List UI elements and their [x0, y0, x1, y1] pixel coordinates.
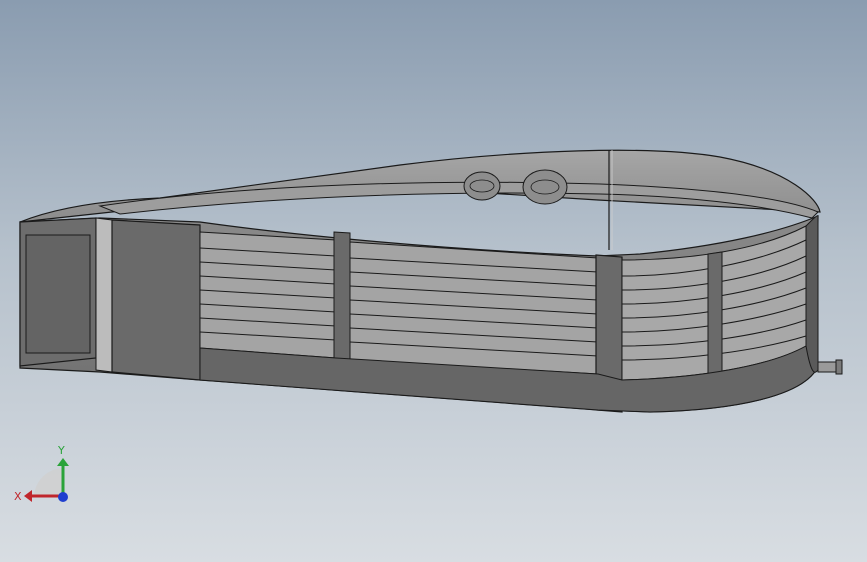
orientation-triad[interactable]: Y X	[10, 440, 80, 510]
outlet-nozzle[interactable]	[817, 359, 843, 375]
3d-viewport[interactable]: Y X	[0, 0, 867, 562]
x-axis-label: X	[14, 490, 22, 503]
right-end-cap[interactable]	[805, 215, 819, 373]
front-panel[interactable]	[111, 219, 201, 381]
z-axis-dot	[58, 492, 68, 502]
y-axis-label: Y	[57, 444, 65, 457]
left-end-recess	[25, 234, 91, 354]
triad-plane	[34, 468, 63, 496]
support-post-1	[333, 231, 351, 361]
y-axis-arrowhead	[57, 458, 69, 466]
louver-section-left	[199, 231, 337, 359]
support-post-3	[707, 251, 723, 377]
top-port-right	[522, 169, 568, 205]
louver-section-middle	[349, 241, 599, 375]
left-edge-frame	[95, 217, 113, 373]
x-axis-arrowhead	[24, 490, 32, 502]
top-port-left	[463, 171, 501, 201]
cad-model[interactable]	[0, 0, 867, 562]
